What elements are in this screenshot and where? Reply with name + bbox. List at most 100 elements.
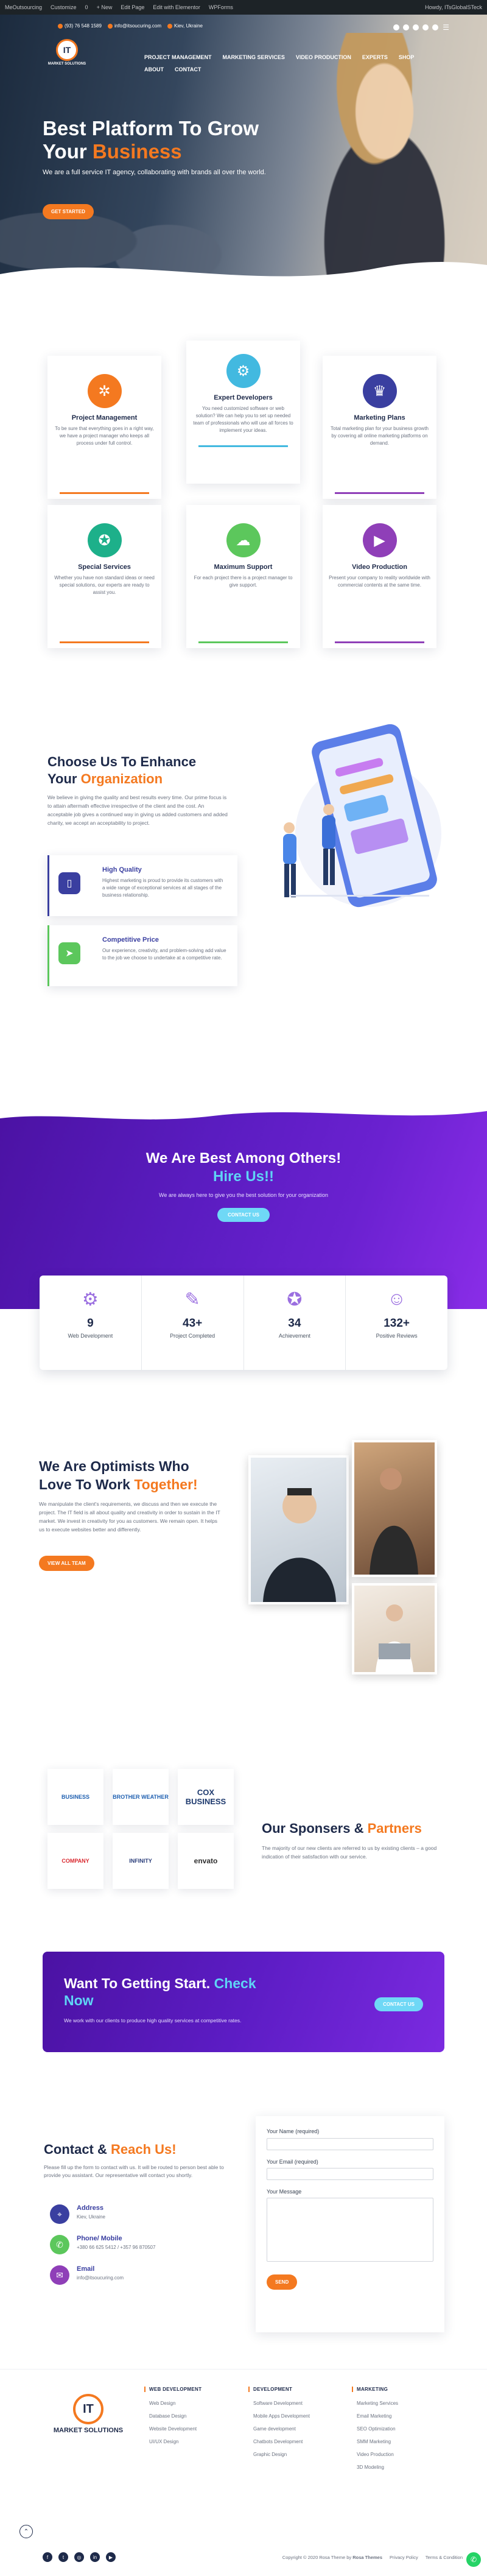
youtube-icon[interactable] xyxy=(432,24,438,30)
sponsor-logo[interactable]: INFINITY xyxy=(113,1833,169,1889)
service-title: Maximum Support xyxy=(214,563,273,571)
footer-link[interactable]: Marketing Services xyxy=(352,2401,398,2406)
get-started-button[interactable]: GET STARTED xyxy=(43,204,94,219)
service-text: Present your company to reality worldwid… xyxy=(329,575,430,588)
facebook-icon[interactable]: f xyxy=(43,2552,52,2562)
contact-email: ✉ Email info@itsoucuring.com xyxy=(50,2265,124,2285)
contact-section: Contact & Reach Us! Please fill up the f… xyxy=(0,2116,487,2369)
linkedin-icon[interactable] xyxy=(422,24,429,30)
stat-value: 43+ xyxy=(183,1317,203,1330)
sponsor-logo[interactable]: BUSINESS xyxy=(47,1769,103,1825)
instagram-icon[interactable]: ◎ xyxy=(74,2552,84,2562)
sponsor-logo[interactable]: envato xyxy=(178,1833,234,1889)
wp-bar-user[interactable]: Howdy, ITsGlobalSTeck xyxy=(425,4,482,10)
sponsor-logo[interactable]: COMPANY xyxy=(47,1833,103,1889)
footer-link[interactable]: UI/UX Design xyxy=(144,2439,201,2444)
wp-bar-item[interactable]: WPForms xyxy=(209,4,233,10)
footer-link[interactable]: Software Development xyxy=(248,2401,310,2406)
stat-label: Web Development xyxy=(68,1333,113,1339)
wp-bar-item[interactable]: Customize xyxy=(51,4,77,10)
footer-link[interactable]: Website Development xyxy=(144,2426,201,2432)
footer-logo[interactable]: IT MARKET SOLUTIONS xyxy=(43,2394,134,2434)
developer-icon: ⚙ xyxy=(226,354,261,388)
message-textarea[interactable] xyxy=(267,2198,433,2262)
footer-link[interactable]: Video Production xyxy=(352,2452,398,2457)
footer-col-development: DEVELOPMENT Software Development Mobile … xyxy=(248,2387,310,2465)
feature-text: Highest marketing is proud to provide it… xyxy=(102,878,223,898)
footer-col-marketing: MARKETING Marketing Services Email Marke… xyxy=(352,2387,398,2477)
wp-bar-item[interactable]: 0 xyxy=(85,4,88,10)
contact-text: Please fill up the form to contact with … xyxy=(44,2164,224,2178)
service-underline xyxy=(335,641,424,643)
stat-label: Positive Reviews xyxy=(376,1333,418,1339)
hero-section: (93) 76 548 1589 info@itsoucuring.com Ki… xyxy=(0,15,487,292)
menu-icon[interactable]: ☰ xyxy=(443,23,449,32)
email-input[interactable] xyxy=(267,2168,433,2180)
service-card[interactable]: ▶ Video Production Present your company … xyxy=(323,505,436,648)
stat-value: 9 xyxy=(87,1317,94,1330)
service-text: To be sure that everything goes in a rig… xyxy=(55,426,154,446)
footer-link[interactable]: 3D Modeling xyxy=(352,2465,398,2470)
contact-us-button[interactable]: CONTACT US xyxy=(217,1208,270,1222)
footer-link[interactable]: SMM Marketing xyxy=(352,2439,398,2444)
wp-bar-item[interactable]: + New xyxy=(97,4,113,10)
footer-link[interactable]: Database Design xyxy=(144,2413,201,2419)
wp-bar-item[interactable]: Edit with Elementor xyxy=(153,4,200,10)
privacy-link[interactable]: Privacy Policy xyxy=(390,2555,418,2560)
nav-item-experts[interactable]: EXPERTS xyxy=(362,54,388,60)
service-card[interactable]: ♛ Marketing Plans Total marketing plan f… xyxy=(323,356,436,499)
twitter-icon[interactable] xyxy=(403,24,409,30)
nav-item-project-management[interactable]: PROJECT MANAGEMENT xyxy=(144,54,212,60)
stat-project-completed: ✎ 43+ Project Completed xyxy=(142,1276,244,1370)
footer-bottom: f t ◎ in ▶ Copyright © 2020 Rosa Theme b… xyxy=(43,2552,463,2562)
nav-item-shop[interactable]: SHOP xyxy=(399,54,415,60)
instagram-icon[interactable] xyxy=(413,24,419,30)
site-logo[interactable]: IT MARKET SOLUTIONS xyxy=(43,39,91,69)
linkedin-icon[interactable]: in xyxy=(90,2552,100,2562)
stat-positive-reviews: ☺ 132+ Positive Reviews xyxy=(346,1276,447,1370)
footer-link[interactable]: Email Marketing xyxy=(352,2413,398,2419)
whatsapp-icon[interactable]: ✆ xyxy=(466,2552,481,2567)
send-button[interactable]: SEND xyxy=(267,2274,298,2290)
phone-icon xyxy=(58,23,63,29)
sponsor-logo[interactable]: COX BUSINESS xyxy=(178,1769,234,1825)
choose-text: We believe in giving the quality and bes… xyxy=(47,794,228,826)
topbar-phone[interactable]: (93) 76 548 1589 xyxy=(65,23,102,29)
terms-link[interactable]: Terms & Condition xyxy=(426,2555,463,2560)
service-card[interactable]: ✪ Special Services Whether you have non … xyxy=(47,505,161,648)
footer-link[interactable]: Mobile Apps Development xyxy=(248,2413,310,2419)
contact-form: Your Name (required) Your Email (require… xyxy=(256,2116,444,2332)
team-photo-man-glasses xyxy=(248,1455,349,1604)
get-started-contact-button[interactable]: CONTACT US xyxy=(374,1997,423,2011)
wp-bar-item[interactable]: MeOutsourcing xyxy=(5,4,42,10)
nav-item-contact[interactable]: CONTACT xyxy=(175,66,201,72)
marketing-icon: ♛ xyxy=(362,374,397,408)
service-card[interactable]: ☁ Maximum Support For each project there… xyxy=(186,505,300,648)
nav-item-marketing-services[interactable]: MARKETING SERVICES xyxy=(223,54,285,60)
facebook-icon[interactable] xyxy=(393,24,399,30)
service-text: For each project there is a project mana… xyxy=(194,575,293,588)
footer-link[interactable]: SEO Optimization xyxy=(352,2426,398,2432)
nav-item-about[interactable]: ABOUT xyxy=(144,66,164,72)
service-title: Expert Developers xyxy=(214,394,273,401)
topbar-email[interactable]: info@itsoucuring.com xyxy=(114,23,161,29)
sponsor-logo[interactable]: BROTHER WEATHER xyxy=(113,1769,169,1825)
stat-value: 34 xyxy=(288,1317,301,1330)
wp-bar-item[interactable]: Edit Page xyxy=(121,4,144,10)
nav-item-video-production[interactable]: VIDEO PRODUCTION xyxy=(296,54,351,60)
scroll-top-icon[interactable]: ⌃ xyxy=(19,2525,33,2538)
message-label: Your Message xyxy=(267,2189,302,2195)
feature-card-competitive-price: ➤ Competitive Price Our experience, crea… xyxy=(47,925,237,986)
footer-link[interactable]: Web Design xyxy=(144,2401,201,2406)
service-card[interactable]: ⚙ Expert Developers You need customized … xyxy=(186,341,300,484)
footer-link[interactable]: Chatbots Development xyxy=(248,2439,310,2444)
service-card[interactable]: ✲ Project Management To be sure that eve… xyxy=(47,356,161,499)
name-input[interactable] xyxy=(267,2137,433,2150)
hero-wave xyxy=(0,262,487,292)
view-all-team-button[interactable]: VIEW ALL TEAM xyxy=(39,1556,94,1571)
footer-link[interactable]: Graphic Design xyxy=(248,2452,310,2457)
feature-title: Competitive Price xyxy=(102,936,159,944)
youtube-icon[interactable]: ▶ xyxy=(106,2552,116,2562)
footer-link[interactable]: Game development xyxy=(248,2426,310,2432)
twitter-icon[interactable]: t xyxy=(58,2552,68,2562)
